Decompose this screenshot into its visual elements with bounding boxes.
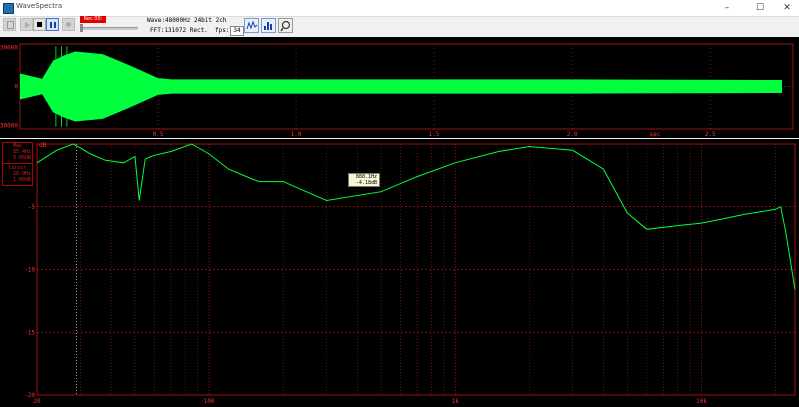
tooltip-level: -4.18dB — [355, 180, 377, 186]
play-icon — [25, 22, 30, 28]
wave-x-unit: sec — [650, 131, 661, 138]
waveform-view-button[interactable] — [244, 18, 259, 33]
waveform-panel[interactable]: 30000 0 -30000 0.5 1.0 1.5 2.0 2.5 sec — [0, 37, 799, 138]
pause-button[interactable] — [46, 18, 59, 31]
spectrum-x-tick: 100 — [204, 398, 215, 405]
fps-value: 34 — [230, 26, 244, 36]
stop-button[interactable] — [33, 18, 46, 31]
level-slider-thumb[interactable] — [80, 24, 83, 32]
maximize-button[interactable]: ☐ — [748, 0, 772, 16]
record-button[interactable] — [62, 18, 75, 31]
info-divider — [3, 163, 32, 164]
cursor-level: 1.00dB — [12, 177, 31, 183]
spectrum-x-tick: 1k — [452, 398, 460, 405]
stop-icon — [37, 22, 42, 27]
spectrum-series — [36, 143, 796, 290]
minimize-button[interactable]: – — [715, 0, 739, 16]
wave-format-info: Wave:48000Hz 24bit 2ch — [147, 17, 227, 24]
spectrum-y-tick: -15 — [24, 329, 35, 336]
wave-x-tick: 2.5 — [705, 131, 716, 138]
record-icon — [66, 22, 71, 27]
wave-y-tick: 0 — [14, 83, 18, 90]
settings-icon — [280, 20, 291, 32]
spectrum-panel[interactable]: dB -5 -10 -15 -20 20 100 1k 10k — [0, 139, 799, 407]
title-bar: WaveSpectra – ☐ ✕ — [0, 0, 799, 17]
spectrum-x-tick: 20 — [33, 398, 41, 405]
max-level: 0.00dB — [12, 155, 31, 161]
wave-x-tick: 1.5 — [429, 131, 440, 138]
spectrum-y-tick: -5 — [28, 204, 36, 211]
spectrum-info-box: Max 85.4Hz 0.00dB Cursor 28.9Hz 1.00dB — [2, 142, 33, 186]
close-button[interactable]: ✕ — [775, 0, 799, 16]
waveform-icon — [246, 20, 258, 30]
wave-x-tick: 2.0 — [567, 131, 578, 138]
app-icon — [3, 3, 14, 14]
waveform-series — [20, 51, 782, 122]
level-slider[interactable] — [80, 27, 138, 30]
fps-label: fps: — [215, 27, 230, 34]
wave-x-tick: 0.5 — [153, 131, 164, 138]
wave-y-tick: 30000 — [0, 45, 18, 52]
spectrum-y-tick: -10 — [24, 267, 35, 274]
spectrum-chart: dB-5-10-15-2020 100 1k 10k — [24, 142, 796, 405]
copy-icon — [7, 21, 14, 29]
waveform-chart: 30000 0 -30000 0.5 1.0 1.5 2.0 2.5 sec — [0, 43, 794, 138]
cursor-tooltip: 888.1Hz -4.18dB — [348, 173, 380, 187]
spectrum-x-tick: 10k — [696, 398, 707, 405]
wave-y-tick: -30000 — [0, 122, 18, 129]
record-time-badge: Rec 00: — [80, 16, 106, 23]
spectrum-y-unit: dB — [39, 142, 47, 149]
wave-x-tick: 1.0 — [291, 131, 302, 138]
fft-info: FFT:131072 Rect. — [150, 27, 208, 34]
window-title: WaveSpectra — [16, 2, 63, 10]
play-button[interactable] — [20, 18, 33, 31]
spectrum-view-button[interactable] — [261, 18, 276, 33]
copy-button[interactable] — [3, 18, 16, 31]
settings-button[interactable] — [278, 18, 293, 33]
spectrum-icon — [264, 22, 272, 30]
